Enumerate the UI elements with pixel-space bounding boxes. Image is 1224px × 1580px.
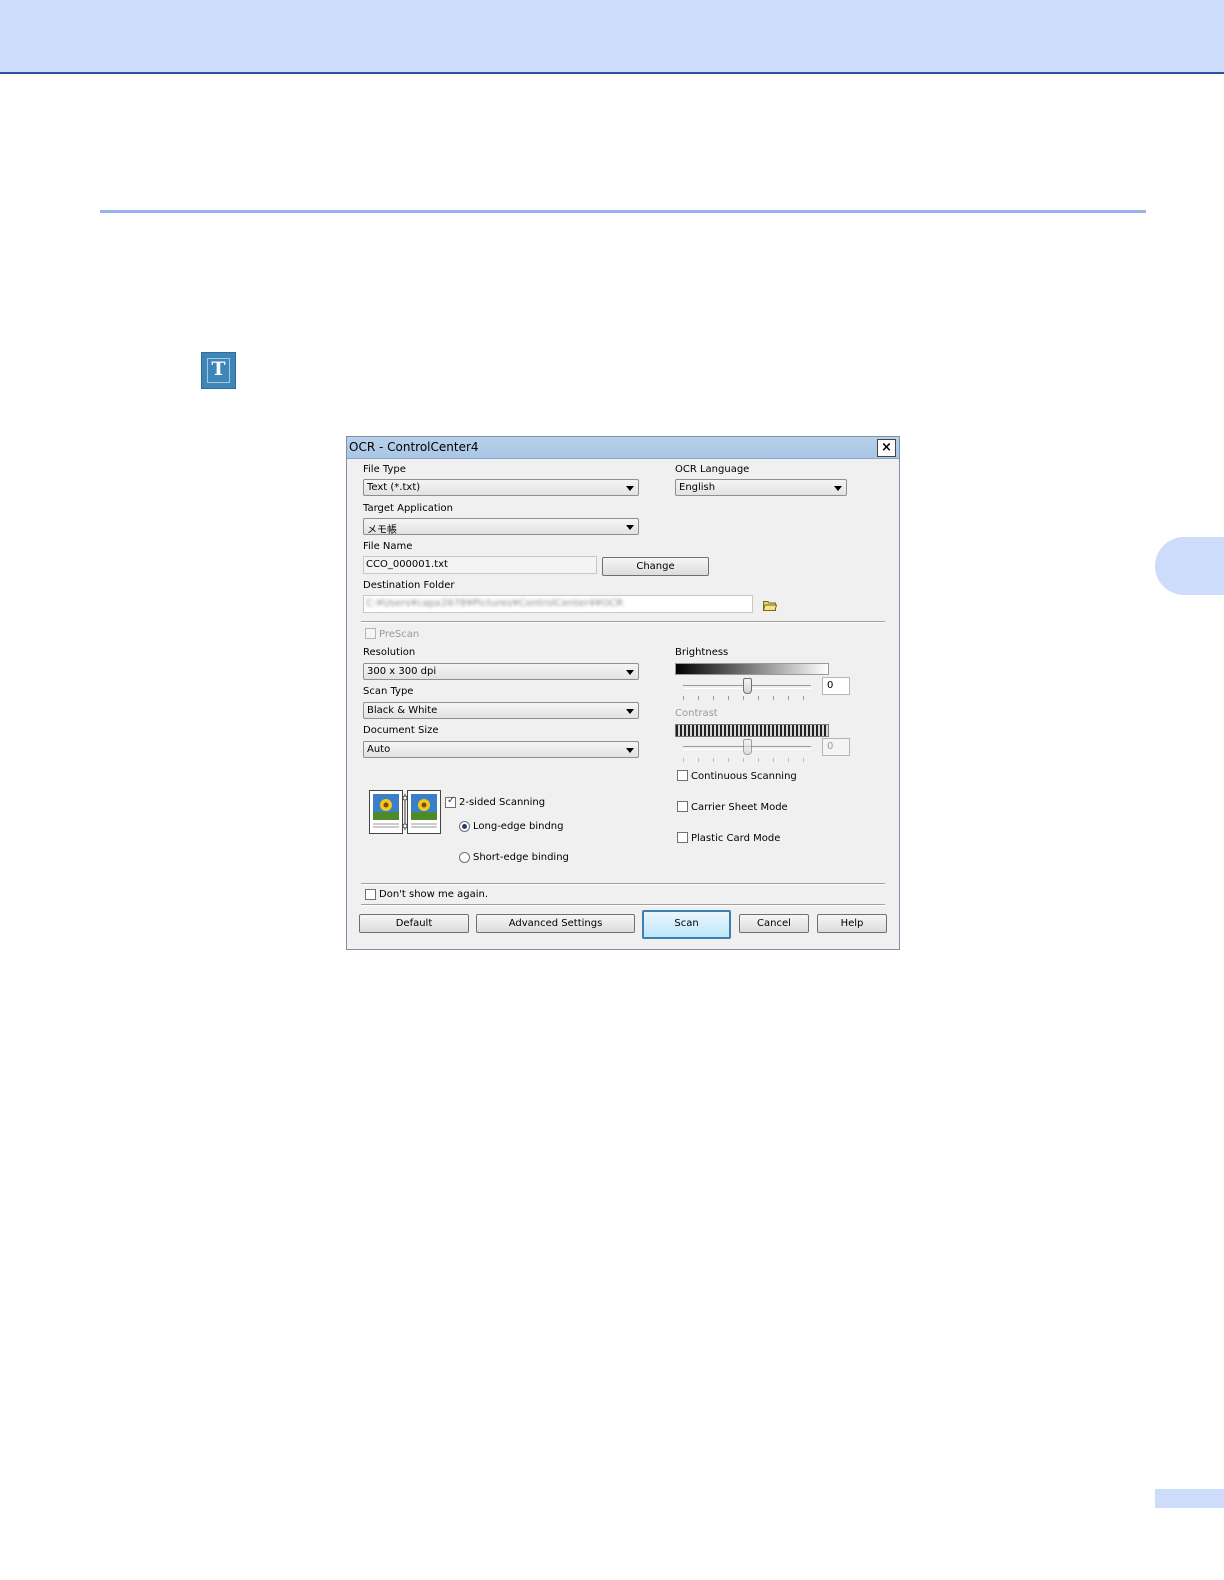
short-edge-label: Short-edge binding (473, 852, 569, 863)
chapter-tab-marker (1155, 537, 1224, 595)
resolution-select[interactable]: 300 x 300 dpi (363, 663, 639, 680)
plastic-card-mode-label: Plastic Card Mode (691, 833, 781, 844)
section-rule (100, 210, 1146, 213)
separator (361, 621, 885, 623)
brightness-slider-thumb[interactable] (743, 678, 752, 694)
continuous-scanning-label: Continuous Scanning (691, 771, 797, 782)
plastic-card-mode-checkbox[interactable] (677, 832, 688, 843)
help-button[interactable]: Help (817, 914, 887, 933)
scan-button[interactable]: Scan (642, 910, 731, 939)
two-sided-scanning-label: 2-sided Scanning (459, 797, 546, 808)
contrast-value-field[interactable]: 0 (822, 738, 850, 756)
destination-folder-label: Destination Folder (363, 580, 455, 591)
chevron-down-icon (626, 525, 634, 530)
brightness-label: Brightness (675, 647, 729, 658)
chevron-down-icon (626, 670, 634, 675)
close-icon[interactable]: × (877, 439, 896, 457)
cancel-button[interactable]: Cancel (739, 914, 809, 933)
carrier-sheet-mode-label: Carrier Sheet Mode (691, 802, 788, 813)
short-edge-radio[interactable] (459, 852, 470, 863)
dont-show-checkbox[interactable] (365, 889, 376, 900)
separator (361, 904, 885, 906)
contrast-slider-thumb[interactable] (743, 739, 752, 755)
document-size-select[interactable]: Auto (363, 741, 639, 758)
prescan-label: PreScan (379, 629, 420, 640)
chevron-down-icon (626, 709, 634, 714)
ocr-language-label: OCR Language (675, 464, 750, 475)
long-edge-label: Long-edge bindng (473, 821, 564, 832)
brightness-ticks (683, 696, 811, 700)
file-name-field[interactable]: CCO_000001.txt (363, 556, 597, 574)
dialog-title: OCR - ControlCenter4 (349, 440, 479, 454)
separator (361, 883, 885, 885)
target-application-label: Target Application (363, 503, 453, 514)
chevron-down-icon (626, 486, 634, 491)
two-sided-scanning-checkbox[interactable]: ✓ (445, 795, 456, 808)
long-edge-radio[interactable] (459, 821, 470, 832)
file-name-label: File Name (363, 541, 413, 552)
file-type-label: File Type (363, 464, 406, 475)
page-number-tab (1155, 1489, 1224, 1508)
contrast-label: Contrast (675, 708, 718, 719)
prescan-checkbox[interactable] (365, 628, 376, 639)
chevron-down-icon (834, 486, 842, 491)
resolution-label: Resolution (363, 647, 416, 658)
default-button[interactable]: Default (359, 914, 469, 933)
ocr-text-icon: T (201, 352, 236, 389)
contrast-ticks (683, 758, 811, 762)
contrast-pattern (675, 724, 829, 737)
destination-folder-field[interactable]: C:¥Users¥capx2678¥Pictures¥ControlCenter… (363, 595, 753, 613)
folder-browse-icon[interactable] (763, 600, 777, 611)
duplex-scan-icon (369, 790, 441, 834)
brightness-value-field[interactable]: 0 (822, 677, 850, 695)
advanced-settings-button[interactable]: Advanced Settings (476, 914, 635, 933)
page-header-band (0, 0, 1224, 74)
carrier-sheet-mode-checkbox[interactable] (677, 801, 688, 812)
scan-type-select[interactable]: Black & White (363, 702, 639, 719)
dialog-titlebar: OCR - ControlCenter4 × (347, 437, 899, 459)
change-button[interactable]: Change (602, 557, 709, 576)
checkmark-icon: ✓ (447, 795, 456, 806)
scan-type-label: Scan Type (363, 686, 414, 697)
target-application-select[interactable]: メモ帳 (363, 518, 639, 536)
ocr-language-select[interactable]: English (675, 479, 847, 496)
continuous-scanning-checkbox[interactable] (677, 770, 688, 781)
dont-show-label: Don't show me again. (379, 889, 488, 900)
brightness-gradient (675, 663, 829, 675)
ocr-dialog: OCR - ControlCenter4 × File Type Text (*… (346, 436, 900, 950)
file-type-select[interactable]: Text (*.txt) (363, 479, 639, 496)
document-size-label: Document Size (363, 725, 439, 736)
chevron-down-icon (626, 748, 634, 753)
